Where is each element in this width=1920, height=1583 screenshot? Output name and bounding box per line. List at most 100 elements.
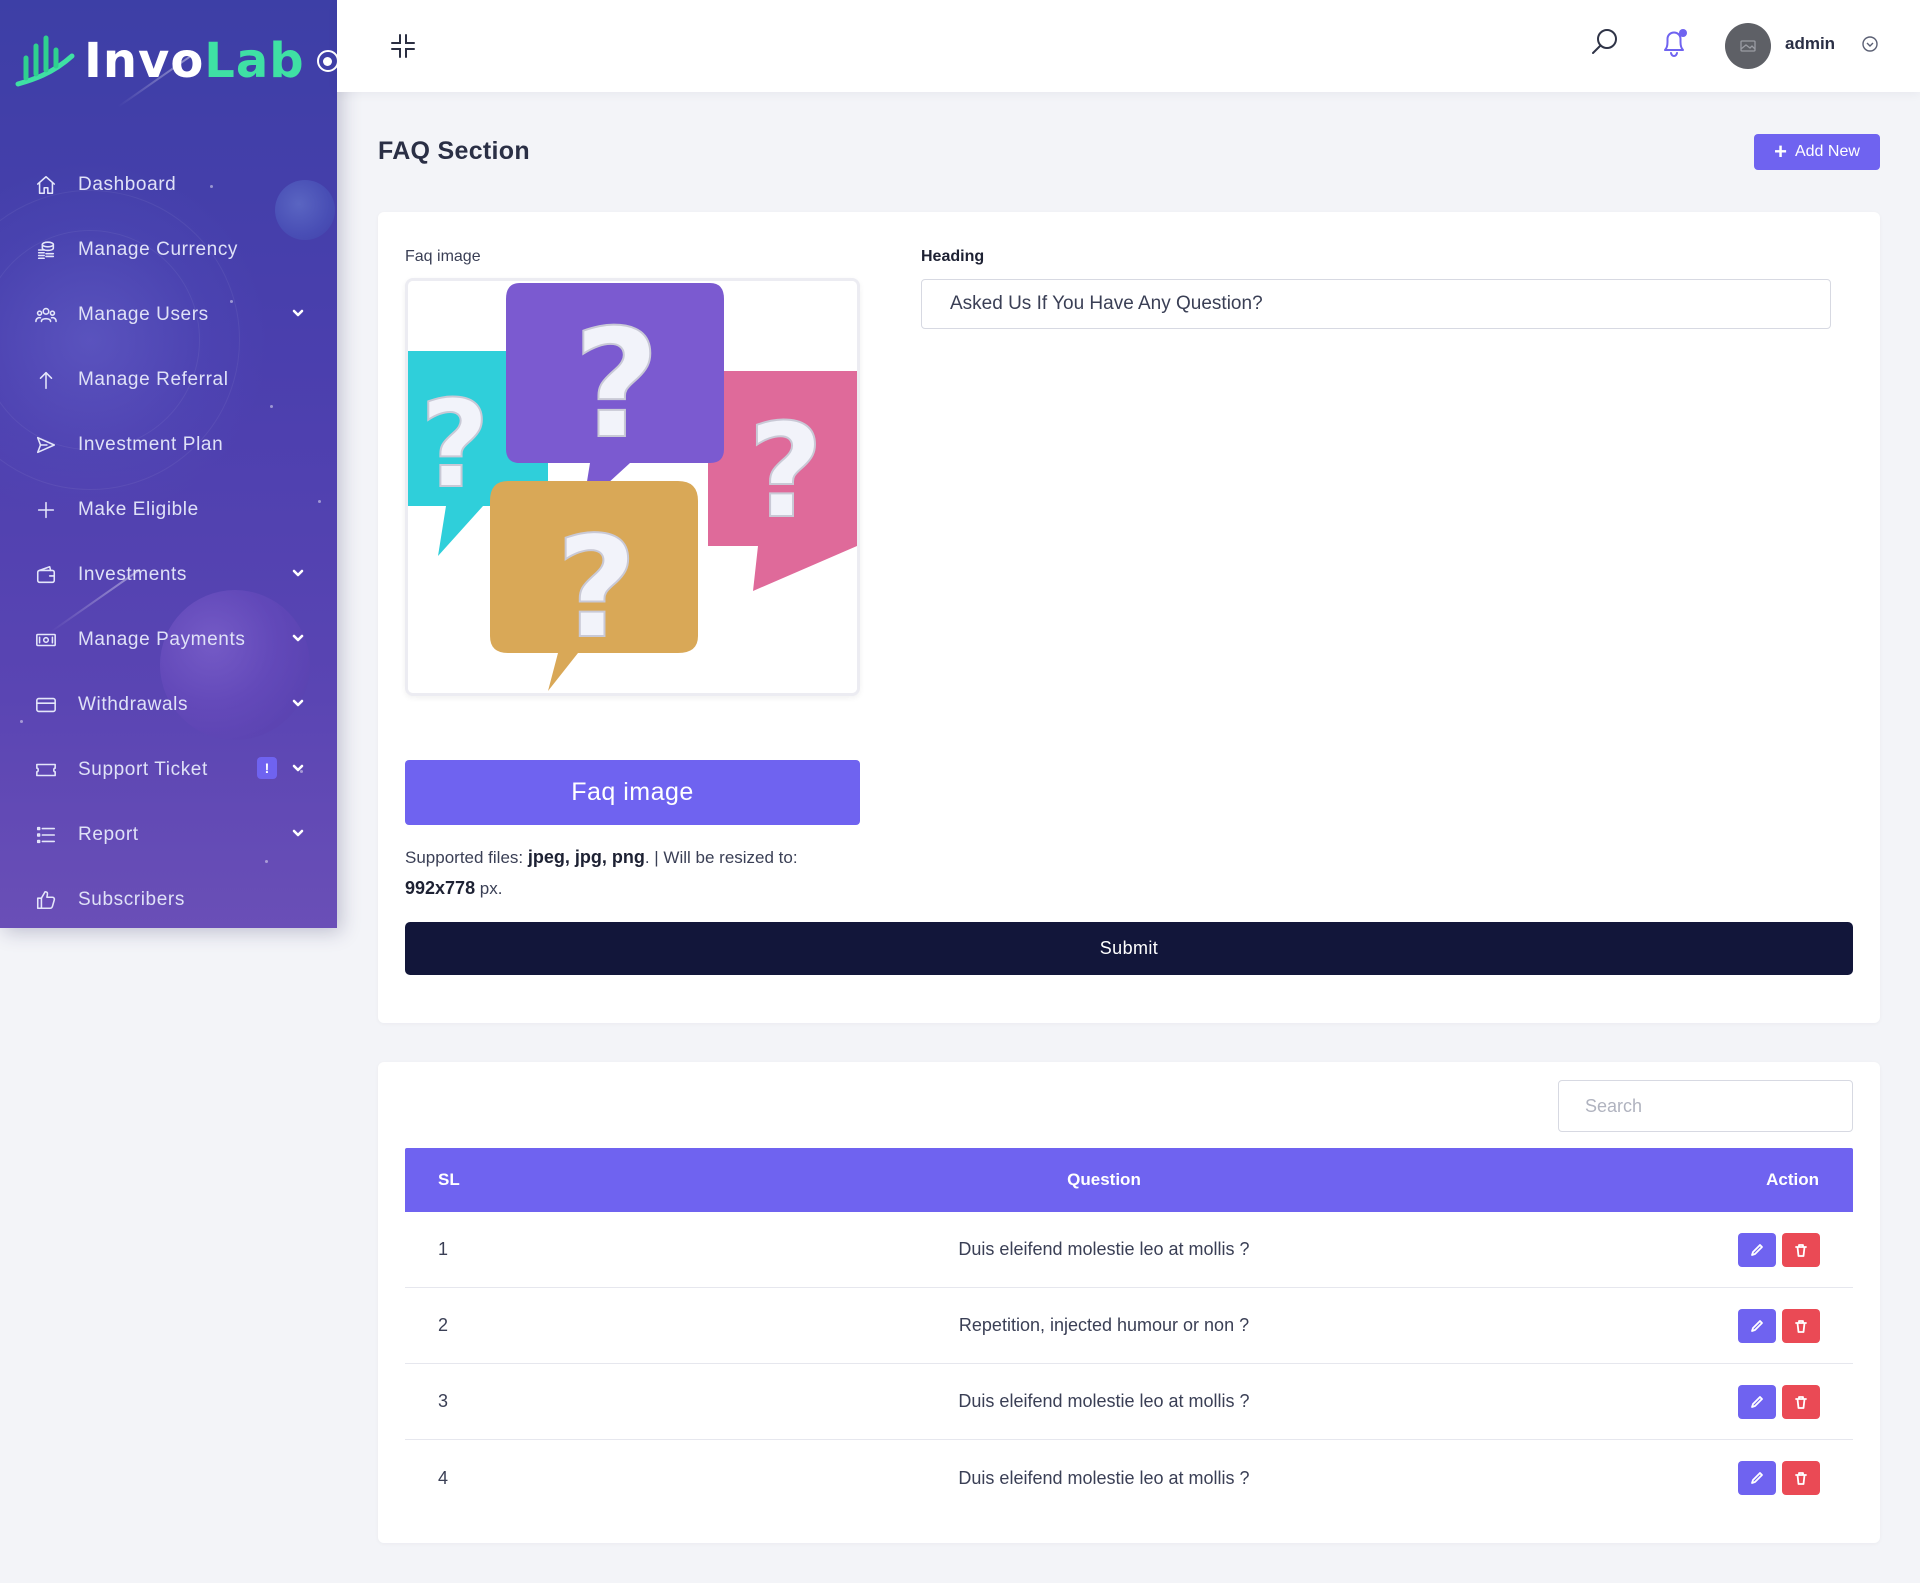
faq-table: SL Question Action 1 Duis eleifend moles… [405, 1148, 1853, 1516]
resize-dimensions: 992x778 [405, 878, 476, 898]
svg-text:?: ? [420, 376, 490, 515]
supported-file-types: jpeg, jpg, png [527, 847, 645, 867]
chevron-down-icon [291, 631, 305, 645]
sidebar-item-subscribers[interactable]: Subscribers [0, 867, 337, 928]
sidebar-item-label: Dashboard [78, 173, 177, 195]
table-row: 4 Duis eleifend molestie leo at mollis ? [405, 1440, 1853, 1516]
edit-button[interactable] [1738, 1461, 1776, 1495]
row-question: Duis eleifend molestie leo at mollis ? [958, 1467, 1250, 1488]
search-icon[interactable] [1590, 27, 1620, 57]
pencil-icon [1751, 1472, 1763, 1484]
submit-button[interactable]: Submit [405, 922, 1853, 975]
plus-icon [34, 498, 58, 522]
notification-dot [1679, 29, 1687, 37]
arrow-up-icon [34, 368, 58, 392]
sidebar-item-manage-referral[interactable]: Manage Referral [0, 347, 337, 412]
sidebar-item-investments[interactable]: Investments [0, 542, 337, 607]
sidebar-item-investment-plan[interactable]: Investment Plan [0, 412, 337, 477]
edit-button[interactable] [1738, 1232, 1776, 1267]
edit-button[interactable] [1738, 1308, 1776, 1343]
faq-image-label: Faq image [405, 248, 481, 265]
chevron-down-icon [291, 826, 305, 840]
sidebar-item-label: Manage Payments [78, 628, 246, 650]
row-question: Duis eleifend molestie leo at mollis ? [958, 1239, 1250, 1259]
heading-input[interactable] [921, 279, 1831, 329]
row-actions [1653, 1308, 1853, 1343]
chevron-down-circle-icon[interactable] [1861, 35, 1879, 53]
sidebar-item-label: Investments [78, 563, 188, 585]
sidebar-toggle-dot [323, 56, 333, 66]
pencil-icon [1751, 1395, 1763, 1408]
row-sl: 2 [438, 1315, 449, 1335]
sidebar-item-make-eligible[interactable]: Make Eligible [0, 477, 337, 542]
logo-mark-icon [15, 35, 75, 87]
sidebar-item-label: Investment Plan [78, 433, 224, 455]
add-new-button[interactable]: + Add New [1754, 134, 1880, 170]
sidebar-item-dashboard[interactable]: Dashboard [0, 152, 337, 217]
delete-button[interactable] [1782, 1461, 1820, 1495]
sidebar-item-label: Make Eligible [78, 498, 199, 520]
list-icon [34, 823, 58, 847]
logo-text-lab: Lab [204, 33, 305, 89]
chevron-down-icon [291, 761, 305, 775]
svg-text:?: ? [748, 395, 823, 547]
avatar[interactable] [1725, 23, 1771, 69]
notification-bell-icon[interactable] [1659, 27, 1689, 59]
delete-button[interactable] [1782, 1308, 1820, 1343]
table-row: 2 Repetition, injected humour or non ? [405, 1288, 1853, 1364]
sidebar-item-report[interactable]: Report [0, 802, 337, 867]
supported-files-note: Supported files: jpeg, jpg, png. | Will … [405, 842, 875, 904]
faq-image-upload-button[interactable]: Faq image [405, 760, 860, 825]
supported-files-prefix: Supported files: [405, 848, 528, 867]
ticket-icon [34, 758, 58, 782]
sidebar: InvoLab Dashboard Manage Currency Manage… [0, 0, 337, 928]
logo-text-invo: Invo [84, 33, 205, 89]
trash-icon [1795, 1395, 1807, 1409]
fullscreen-exit-icon[interactable] [389, 32, 417, 60]
row-question: Repetition, injected humour or non ? [958, 1315, 1250, 1335]
logo[interactable]: InvoLab [12, 28, 337, 94]
sidebar-item-withdrawals[interactable]: Withdrawals [0, 672, 337, 737]
add-new-label: Add New [1794, 143, 1860, 160]
delete-button[interactable] [1782, 1384, 1820, 1419]
column-header-action: Action [1766, 1170, 1819, 1189]
money-icon [34, 628, 58, 652]
wallet-icon [34, 563, 58, 587]
sidebar-item-manage-users[interactable]: Manage Users [0, 282, 337, 347]
faq-table-card: SL Question Action 1 Duis eleifend moles… [378, 1062, 1880, 1543]
image-placeholder-icon [1740, 40, 1756, 52]
delete-button[interactable] [1782, 1232, 1820, 1267]
send-icon [34, 433, 58, 457]
faq-image-preview: ? ? ? ? [405, 278, 860, 696]
sidebar-item-manage-currency[interactable]: Manage Currency [0, 217, 337, 282]
svg-text:?: ? [556, 507, 637, 670]
edit-button[interactable] [1738, 1384, 1776, 1419]
faq-form-card: Faq image ? ? ? ? Faq image Supported fi… [378, 212, 1880, 1023]
users-icon [34, 303, 58, 327]
table-row: 1 Duis eleifend molestie leo at mollis ? [405, 1212, 1853, 1288]
sidebar-item-manage-payments[interactable]: Manage Payments [0, 607, 337, 672]
page-title: FAQ Section [378, 137, 530, 165]
row-question: Duis eleifend molestie leo at mollis ? [958, 1391, 1250, 1411]
table-search-input[interactable] [1558, 1080, 1853, 1132]
logo-text: InvoLab [84, 33, 305, 89]
row-actions [1653, 1384, 1853, 1419]
sidebar-item-support-ticket[interactable]: Support Ticket ! [0, 737, 337, 802]
question-bubbles-illustration: ? ? ? ? [408, 281, 857, 693]
row-sl: 3 [438, 1391, 449, 1411]
row-sl: 4 [438, 1467, 449, 1488]
sidebar-item-label: Withdrawals [78, 693, 189, 715]
sidebar-item-label: Support Ticket [78, 758, 208, 780]
topbar: admin [337, 0, 1920, 92]
svg-text:?: ? [573, 298, 660, 472]
thumbs-up-icon [34, 888, 58, 912]
supported-files-mid: . | Will be resized to: [644, 848, 798, 867]
sidebar-toggle-icon[interactable] [316, 50, 337, 72]
user-name[interactable]: admin [1785, 34, 1835, 54]
column-header-question: Question [1067, 1170, 1141, 1189]
sidebar-item-label: Manage Users [78, 303, 209, 325]
credit-card-icon [34, 693, 58, 717]
pencil-icon [1751, 1243, 1763, 1256]
trash-icon [1795, 1243, 1807, 1257]
support-ticket-alert-badge: ! [257, 757, 277, 779]
